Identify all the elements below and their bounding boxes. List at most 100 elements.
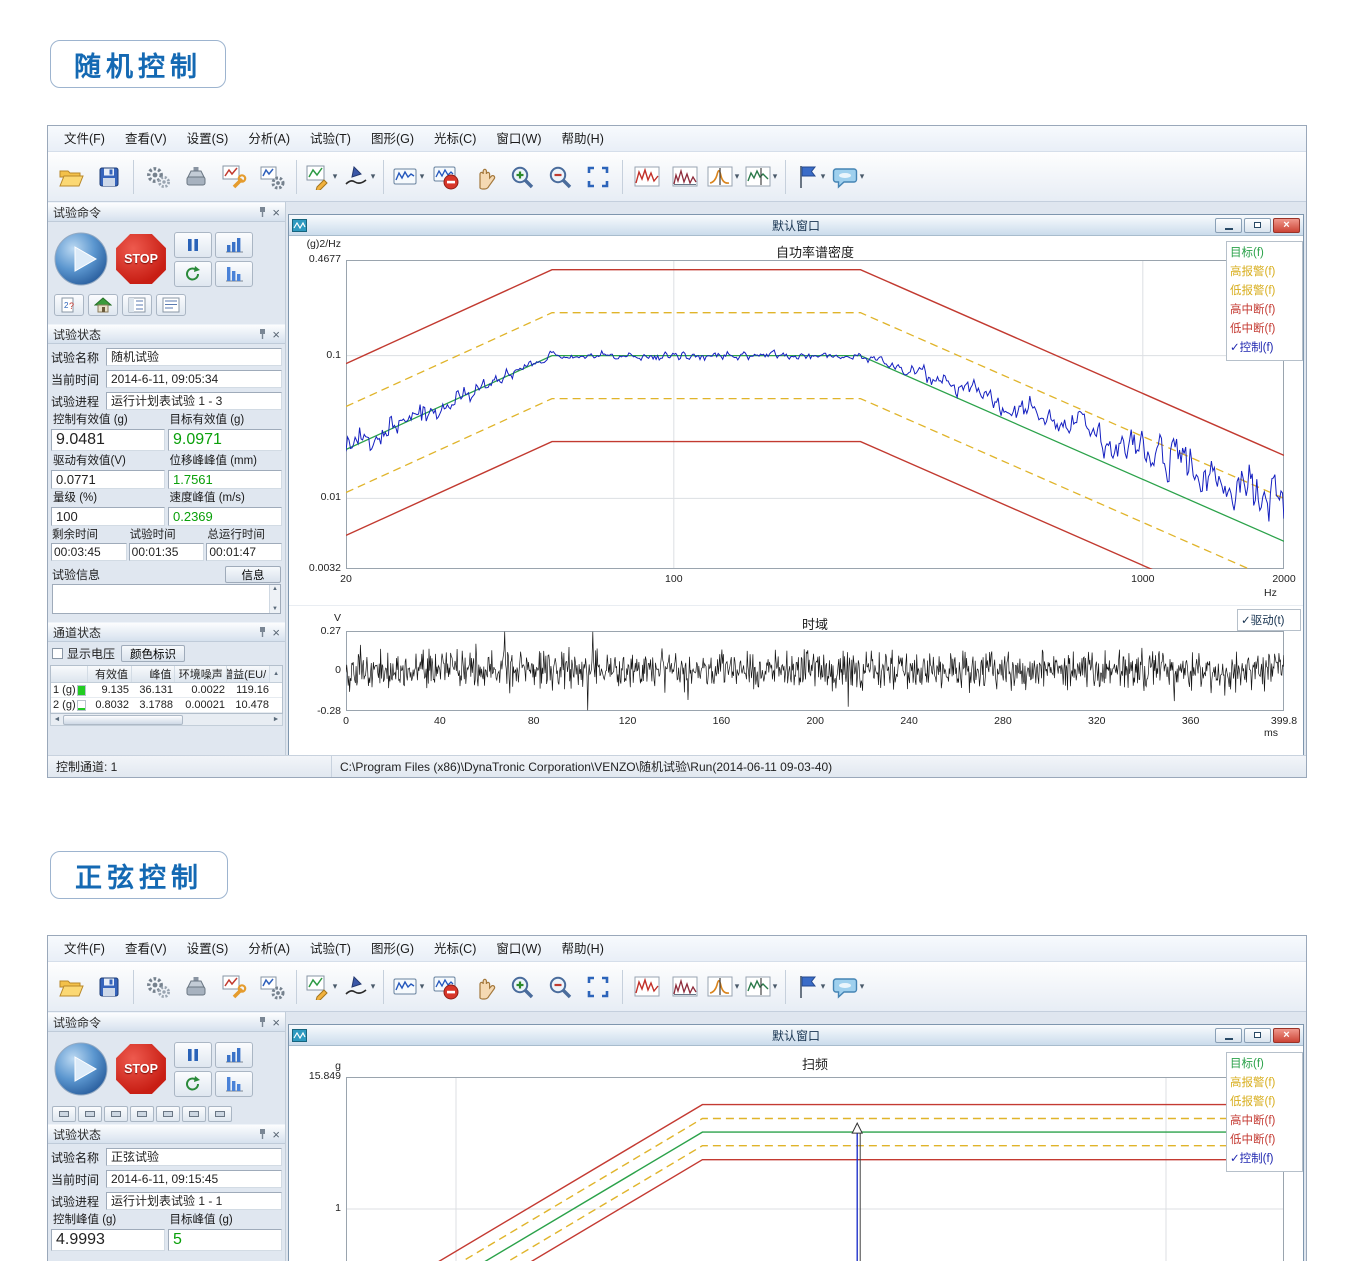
menu-item-4[interactable]: 试验(T) xyxy=(300,126,361,152)
system-settings-button[interactable] xyxy=(140,157,176,197)
legend-entry[interactable]: 低中断(f) xyxy=(1230,1131,1299,1150)
play-button[interactable] xyxy=(54,1042,108,1096)
legend-entry[interactable]: ✓控制(f) xyxy=(1230,1150,1299,1169)
graph-setup-button[interactable]: ▾ xyxy=(303,157,339,197)
menu-item-5[interactable]: 图形(G) xyxy=(361,126,424,152)
mini-button[interactable] xyxy=(156,1106,180,1122)
peak-cursor-button[interactable]: ▾ xyxy=(705,967,741,1007)
chart-window-titlebar[interactable]: 默认窗口 × xyxy=(289,215,1303,236)
report-button[interactable]: 2? xyxy=(54,294,84,316)
close-icon[interactable]: × xyxy=(272,1016,280,1029)
show-voltage-checkbox[interactable]: 显示电压 xyxy=(52,645,115,662)
peak-cursor-button[interactable]: ▾ xyxy=(705,157,741,197)
close-icon[interactable]: × xyxy=(272,206,280,219)
psd-chart-panel[interactable]: 自功率谱密度 (g)2/Hz Hz 目标(f)高报警(f)低报警(f)高中断(f… xyxy=(289,236,1303,605)
menu-item-0[interactable]: 文件(F) xyxy=(54,936,115,962)
legend-entry[interactable]: 高报警(f) xyxy=(1230,263,1299,282)
legend-entry[interactable]: 高报警(f) xyxy=(1230,1074,1299,1093)
menu-item-1[interactable]: 查看(V) xyxy=(115,126,177,152)
analysis-settings-button[interactable] xyxy=(216,967,252,1007)
menu-item-2[interactable]: 设置(S) xyxy=(177,936,239,962)
graph-setup-button[interactable]: ▾ xyxy=(303,967,339,1007)
column-header[interactable]: 峰值 xyxy=(132,666,175,682)
column-header[interactable]: 有效值 xyxy=(88,666,132,682)
level-down-button[interactable] xyxy=(215,261,253,287)
restart-button[interactable] xyxy=(174,261,212,287)
analysis-settings-button[interactable] xyxy=(216,157,252,197)
scroll-up-button[interactable]: ▲ xyxy=(270,666,282,682)
open-button[interactable] xyxy=(53,157,89,197)
message-button[interactable]: ▾ xyxy=(830,967,866,1007)
spectrum-view-2-button[interactable] xyxy=(667,967,703,1007)
save-button[interactable] xyxy=(91,157,127,197)
horizontal-scrollbar[interactable]: ◄► xyxy=(50,714,283,726)
column-header[interactable]: 环境噪声 xyxy=(175,666,226,682)
system-settings-button[interactable] xyxy=(140,967,176,1007)
pan-button[interactable] xyxy=(466,967,502,1007)
mini-button[interactable] xyxy=(182,1106,206,1122)
legend-entry[interactable]: ✓控制(f) xyxy=(1230,339,1299,358)
menu-item-5[interactable]: 图形(G) xyxy=(361,936,424,962)
legend-entry[interactable]: 目标(f) xyxy=(1230,244,1299,263)
stop-display-button[interactable] xyxy=(428,967,464,1007)
menu-item-0[interactable]: 文件(F) xyxy=(54,126,115,152)
menu-item-7[interactable]: 窗口(W) xyxy=(486,936,551,962)
legend-entry[interactable]: 目标(f) xyxy=(1230,1055,1299,1074)
dropdown-arrow-icon[interactable]: ▾ xyxy=(420,171,425,182)
level-up-button[interactable] xyxy=(215,1042,253,1068)
time-chart-panel[interactable]: 时域 V ms ✓驱动(t) 0.270-0.28040801201602002… xyxy=(289,605,1303,756)
pause-button[interactable] xyxy=(174,1042,212,1068)
zoom-in-button[interactable] xyxy=(504,967,540,1007)
mini-button[interactable] xyxy=(208,1106,232,1122)
dropdown-arrow-icon[interactable]: ▾ xyxy=(821,981,826,992)
mini-button[interactable] xyxy=(104,1106,128,1122)
dropdown-arrow-icon[interactable]: ▾ xyxy=(860,171,865,182)
fit-view-button[interactable] xyxy=(580,967,616,1007)
new-scope-button[interactable]: ▾ xyxy=(390,967,426,1007)
scroll-right-arrow[interactable]: ► xyxy=(270,716,282,723)
close-icon[interactable]: × xyxy=(272,328,280,341)
psd-chart[interactable] xyxy=(346,260,1284,569)
time-chart[interactable] xyxy=(346,631,1284,711)
sweep-chart[interactable] xyxy=(346,1077,1284,1261)
annotation-button[interactable]: ▾ xyxy=(341,967,377,1007)
legend-entry[interactable]: 高中断(f) xyxy=(1230,1112,1299,1131)
menu-item-8[interactable]: 帮助(H) xyxy=(552,936,614,962)
control-settings-button[interactable] xyxy=(254,967,290,1007)
home-button[interactable] xyxy=(88,294,118,316)
channel-row[interactable]: 2 (g)0.80323.17880.0002110.478 xyxy=(51,698,282,713)
open-button[interactable] xyxy=(53,967,89,1007)
menu-item-1[interactable]: 查看(V) xyxy=(115,936,177,962)
menu-item-6[interactable]: 光标(C) xyxy=(424,936,486,962)
zoom-out-button[interactable] xyxy=(542,157,578,197)
spectrum-view-button[interactable] xyxy=(629,157,665,197)
dropdown-arrow-icon[interactable]: ▾ xyxy=(860,981,865,992)
dropdown-arrow-icon[interactable]: ▾ xyxy=(735,981,740,992)
column-header[interactable]: 增益(EU/ xyxy=(227,666,270,682)
mini-button[interactable] xyxy=(52,1106,76,1122)
scroll-thumb[interactable] xyxy=(63,715,183,725)
waveform-marker-button[interactable]: ▾ xyxy=(743,967,779,1007)
menu-item-8[interactable]: 帮助(H) xyxy=(552,126,614,152)
menu-item-6[interactable]: 光标(C) xyxy=(424,126,486,152)
menu-item-2[interactable]: 设置(S) xyxy=(177,126,239,152)
drive-legend[interactable]: ✓驱动(t) xyxy=(1237,609,1301,631)
color-id-button[interactable]: 颜色标识 xyxy=(121,645,185,662)
stop-button[interactable]: STOP xyxy=(115,1043,167,1095)
scroll-left-arrow[interactable]: ◄ xyxy=(51,716,63,723)
info-button[interactable]: 信息 xyxy=(225,566,281,583)
scrollbar[interactable]: ▲▼ xyxy=(269,585,280,613)
restore-button[interactable] xyxy=(1244,218,1271,233)
play-button[interactable] xyxy=(54,232,108,286)
dropdown-arrow-icon[interactable]: ▾ xyxy=(420,981,425,992)
view-detail-button[interactable] xyxy=(156,294,186,316)
menu-item-7[interactable]: 窗口(W) xyxy=(486,126,551,152)
legend-entry[interactable]: 低报警(f) xyxy=(1230,1093,1299,1112)
dropdown-arrow-icon[interactable]: ▾ xyxy=(773,981,778,992)
flag-button[interactable]: ▾ xyxy=(792,157,828,197)
pin-icon[interactable] xyxy=(258,626,267,638)
dropdown-arrow-icon[interactable]: ▾ xyxy=(821,171,826,182)
dropdown-arrow-icon[interactable]: ▾ xyxy=(333,981,338,992)
close-button[interactable]: × xyxy=(1273,1028,1300,1043)
mini-button[interactable] xyxy=(130,1106,154,1122)
